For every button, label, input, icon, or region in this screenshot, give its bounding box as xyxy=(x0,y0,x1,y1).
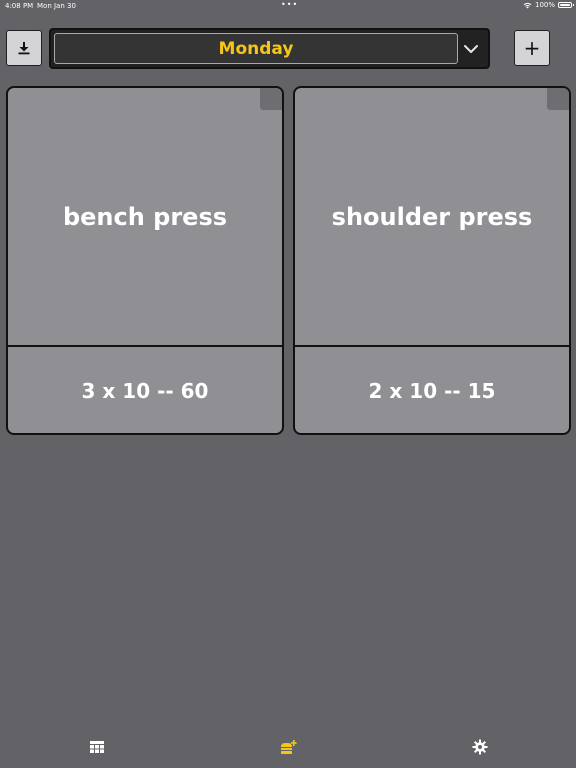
exercise-name: bench press xyxy=(62,202,228,231)
download-button[interactable] xyxy=(6,30,42,66)
card-corner-tab[interactable] xyxy=(260,88,282,110)
exercise-card[interactable]: bench press 3 x 10 -- 60 xyxy=(6,86,284,435)
tab-settings[interactable] xyxy=(468,736,492,758)
status-date: Mon Jan 30 xyxy=(37,2,76,10)
exercise-detail-area[interactable]: 2 x 10 -- 15 xyxy=(295,347,569,433)
tab-bar xyxy=(0,728,576,768)
exercise-detail-area[interactable]: 3 x 10 -- 60 xyxy=(8,347,282,433)
battery-icon xyxy=(558,2,574,8)
status-time: 4:08 PM xyxy=(5,2,34,10)
status-indicators: 100% xyxy=(523,1,574,9)
download-icon xyxy=(18,42,30,55)
selected-day[interactable]: Monday xyxy=(54,33,458,64)
card-corner-tab[interactable] xyxy=(547,88,569,110)
status-bar: 4:08 PM Mon Jan 30 ••• 100% xyxy=(0,0,576,12)
exercise-card[interactable]: shoulder press 2 x 10 -- 15 xyxy=(293,86,571,435)
chevron-down-icon[interactable] xyxy=(462,40,480,58)
tab-workout[interactable] xyxy=(276,736,300,758)
exercise-name-area[interactable]: bench press xyxy=(8,88,282,347)
exercise-detail: 3 x 10 -- 60 xyxy=(81,379,209,403)
exercise-name-area[interactable]: shoulder press xyxy=(295,88,569,347)
multitasking-dots[interactable]: ••• xyxy=(281,0,298,9)
tab-plan[interactable] xyxy=(85,736,109,758)
day-selector[interactable]: Monday xyxy=(49,28,490,69)
table-icon xyxy=(90,741,104,753)
wifi-icon xyxy=(523,2,532,8)
add-exercise-button[interactable]: + xyxy=(514,30,550,66)
battery-percent: 100% xyxy=(534,1,555,9)
exercise-detail: 2 x 10 -- 15 xyxy=(368,379,496,403)
exercise-name: shoulder press xyxy=(331,202,533,231)
gear-icon xyxy=(472,739,488,755)
workout-icon xyxy=(281,740,297,754)
